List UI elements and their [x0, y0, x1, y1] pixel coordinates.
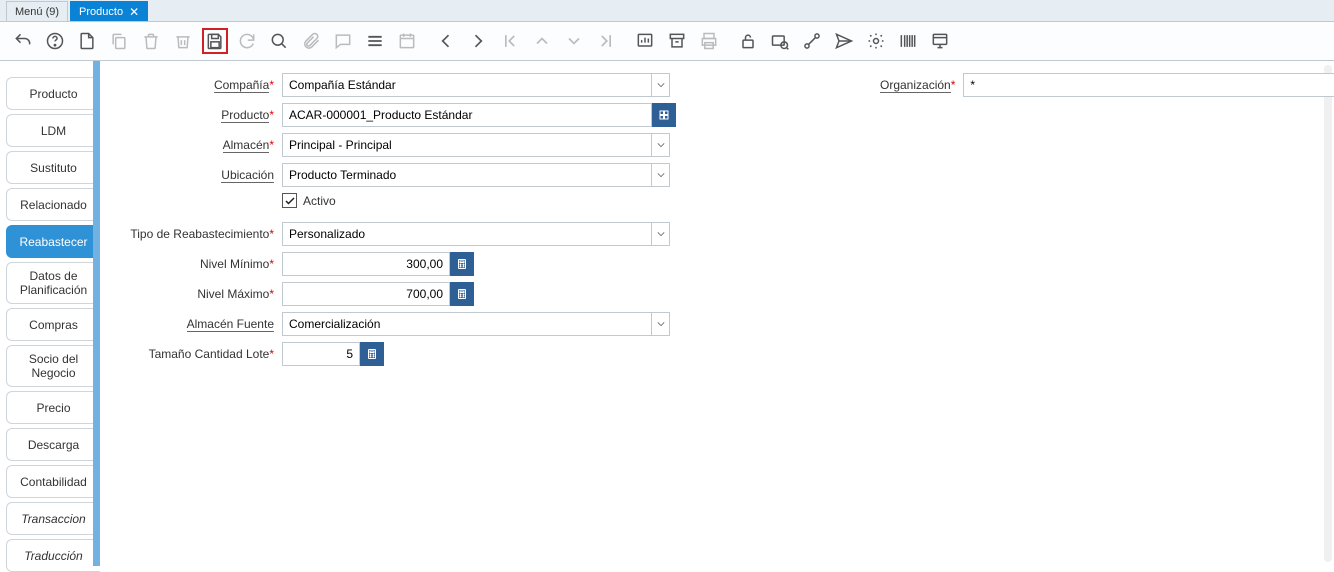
form-area: Organización* Compañía* Producto* Almacé…: [100, 61, 1334, 566]
side-tabs: Producto LDM Sustituto Relacionado Reaba…: [0, 61, 100, 566]
sidebar-item-sustituto[interactable]: Sustituto: [6, 151, 100, 184]
sidebar-item-datos-planificacion[interactable]: Datos dePlanificación: [6, 262, 100, 304]
sidebar-item-descarga[interactable]: Descarga: [6, 428, 100, 461]
compania-field[interactable]: [282, 73, 652, 97]
label-tam-lote: Tamaño Cantidad Lote*: [120, 347, 282, 361]
sidebar-item-contabilidad[interactable]: Contabilidad: [6, 465, 100, 498]
sidebar-item-transaccion[interactable]: Transaccion: [6, 502, 100, 535]
sidebar-item-producto[interactable]: Producto: [6, 77, 100, 110]
barcode-icon[interactable]: [895, 28, 921, 54]
next-icon[interactable]: [465, 28, 491, 54]
side-scroll[interactable]: [93, 61, 100, 75]
label-compania: Compañía*: [120, 78, 282, 92]
tab-bar: Menú (9) Producto✕: [0, 0, 1334, 22]
refresh-icon: [234, 28, 260, 54]
zoom-icon[interactable]: [767, 28, 793, 54]
almacen-field[interactable]: [282, 133, 652, 157]
nivel-max-field[interactable]: [282, 282, 450, 306]
label-activo: Activo: [303, 194, 336, 208]
chevron-down-icon[interactable]: [652, 163, 670, 187]
search-icon[interactable]: [266, 28, 292, 54]
close-icon[interactable]: ✕: [129, 5, 139, 19]
calculator-icon[interactable]: [450, 252, 474, 276]
copy-icon: [106, 28, 132, 54]
trash-icon: [138, 28, 164, 54]
lock-icon[interactable]: [735, 28, 761, 54]
activo-checkbox[interactable]: Activo: [282, 193, 336, 208]
report-icon[interactable]: [632, 28, 658, 54]
nivel-min-field[interactable]: [282, 252, 450, 276]
label-almacen: Almacén*: [120, 138, 282, 152]
chevron-down-icon[interactable]: [652, 133, 670, 157]
prev-icon[interactable]: [433, 28, 459, 54]
lookup-icon[interactable]: [652, 103, 676, 127]
organizacion-field[interactable]: [963, 73, 1334, 97]
label-ubicacion: Ubicación: [120, 168, 282, 182]
sidebar-item-precio[interactable]: Precio: [6, 391, 100, 424]
last-icon: [593, 28, 619, 54]
sidebar-item-compras[interactable]: Compras: [6, 308, 100, 341]
check-icon: [282, 193, 297, 208]
sidebar-item-socio-negocio[interactable]: Socio delNegocio: [6, 345, 100, 387]
calculator-icon[interactable]: [360, 342, 384, 366]
up-icon: [529, 28, 555, 54]
gear-icon[interactable]: [863, 28, 889, 54]
sidebar-item-relacionado[interactable]: Relacionado: [6, 188, 100, 221]
tab-menu[interactable]: Menú (9): [6, 1, 68, 21]
chevron-down-icon[interactable]: [652, 222, 670, 246]
producto-field[interactable]: [282, 103, 652, 127]
calendar-icon: [394, 28, 420, 54]
label-organizacion: Organización*: [880, 78, 963, 92]
almacen-fuente-field[interactable]: [282, 312, 652, 336]
send-icon[interactable]: [831, 28, 857, 54]
undo-icon[interactable]: [10, 28, 36, 54]
archive-icon[interactable]: [664, 28, 690, 54]
help-icon[interactable]: [42, 28, 68, 54]
first-icon: [497, 28, 523, 54]
label-tipo-reab: Tipo de Reabastecimiento*: [120, 227, 282, 241]
print-icon: [696, 28, 722, 54]
chevron-down-icon[interactable]: [652, 312, 670, 336]
tam-lote-field[interactable]: [282, 342, 360, 366]
new-icon[interactable]: [74, 28, 100, 54]
sidebar-item-traduccion[interactable]: Traducción: [6, 539, 100, 572]
workflow-icon[interactable]: [799, 28, 825, 54]
ubicacion-field[interactable]: [282, 163, 652, 187]
message-icon: [330, 28, 356, 54]
tipo-reab-field[interactable]: [282, 222, 652, 246]
sidebar-item-ldm[interactable]: LDM: [6, 114, 100, 147]
presentation-icon[interactable]: [927, 28, 953, 54]
trash2-icon: [170, 28, 196, 54]
chevron-down-icon[interactable]: [652, 73, 670, 97]
down-icon: [561, 28, 587, 54]
toolbar: [0, 22, 1334, 61]
label-nivel-min: Nivel Mínimo*: [120, 257, 282, 271]
list-icon[interactable]: [362, 28, 388, 54]
label-producto: Producto*: [120, 108, 282, 122]
attach-icon: [298, 28, 324, 54]
label-nivel-max: Nivel Máximo*: [120, 287, 282, 301]
sidebar-item-reabastecer[interactable]: Reabastecer: [6, 225, 100, 258]
form-scroll[interactable]: [1324, 65, 1332, 562]
label-almacen-fuente: Almacén Fuente: [120, 317, 282, 331]
calculator-icon[interactable]: [450, 282, 474, 306]
save-icon[interactable]: [202, 28, 228, 54]
tab-producto[interactable]: Producto✕: [70, 1, 148, 21]
